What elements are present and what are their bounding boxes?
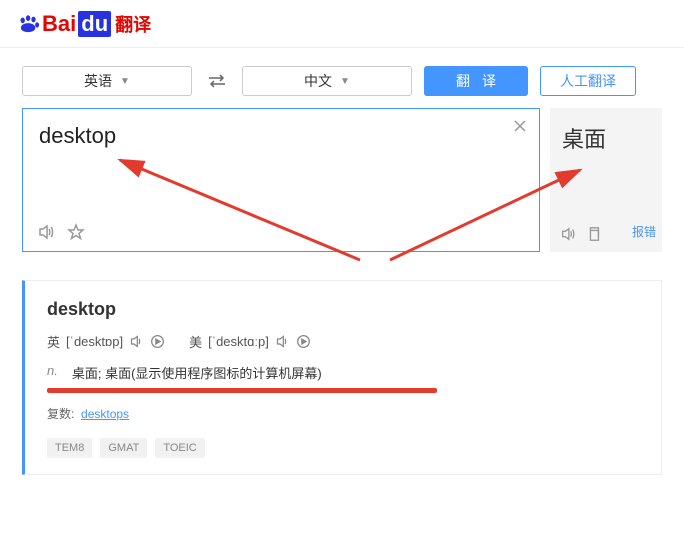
us-phonetic: 美 [ˈdesktɑːp] — [189, 332, 311, 351]
translate-button[interactable]: 翻译 — [424, 66, 528, 96]
swap-icon — [207, 73, 227, 89]
source-speak-button[interactable] — [37, 223, 55, 241]
translation-panes: desktop 桌面 报错 — [0, 108, 684, 252]
exam-tag: TOEIC — [155, 438, 204, 458]
exam-tags: TEM8 GMAT TOEIC — [47, 438, 639, 458]
brand-du: du — [78, 11, 111, 37]
plural-link[interactable]: desktops — [81, 407, 129, 421]
report-error-link[interactable]: 报错 — [632, 223, 656, 240]
swap-languages-button[interactable] — [204, 68, 230, 94]
uk-play-button[interactable] — [150, 334, 165, 349]
caret-down-icon: ▼ — [340, 76, 350, 87]
us-play-button[interactable] — [296, 334, 311, 349]
target-pane: 桌面 报错 — [550, 108, 662, 252]
source-lang-label: 英语 — [84, 71, 112, 91]
speaker-icon — [560, 226, 576, 242]
uk-speak-button[interactable] — [129, 334, 144, 349]
brand-service: 翻译 — [115, 11, 151, 37]
close-icon — [513, 119, 527, 133]
play-circle-icon — [150, 334, 165, 349]
target-lang-label: 中文 — [304, 71, 332, 91]
dict-headword: desktop — [47, 299, 639, 320]
us-ipa: [ˈdesktɑːp] — [208, 334, 269, 349]
part-of-speech: n. — [47, 363, 58, 382]
source-pane[interactable]: desktop — [22, 108, 540, 252]
star-icon — [67, 223, 85, 241]
us-label: 美 — [189, 332, 202, 351]
uk-ipa: [ˈdesktɒp] — [66, 334, 123, 349]
exam-tag: TEM8 — [47, 438, 92, 458]
plural-label: 复数: — [47, 407, 74, 421]
brand-logo[interactable]: Baidu 翻译 — [18, 11, 151, 37]
clear-button[interactable] — [513, 119, 527, 133]
speaker-icon — [37, 223, 55, 241]
paw-icon — [18, 15, 40, 33]
target-speak-button[interactable] — [560, 226, 576, 242]
target-text: 桌面 — [562, 122, 650, 154]
exam-tag: GMAT — [100, 438, 147, 458]
target-lang-select[interactable]: 中文 ▼ — [242, 66, 412, 96]
brand-bai: Bai — [42, 11, 76, 37]
plural-row: 复数: desktops — [47, 405, 639, 422]
source-text[interactable]: desktop — [39, 123, 523, 149]
caret-down-icon: ▼ — [120, 76, 130, 87]
uk-phonetic: 英 [ˈdesktɒp] — [47, 332, 165, 351]
human-translate-button[interactable]: 人工翻译 — [540, 66, 636, 96]
speaker-icon — [129, 334, 144, 349]
us-speak-button[interactable] — [275, 334, 290, 349]
definition-text: 桌面; 桌面(显示使用程序图标的计算机屏幕) — [72, 363, 322, 382]
source-lang-select[interactable]: 英语 ▼ — [22, 66, 192, 96]
copy-button[interactable] — [586, 226, 602, 242]
source-star-button[interactable] — [67, 223, 85, 241]
play-circle-icon — [296, 334, 311, 349]
copy-icon — [586, 226, 602, 242]
phonetics-row: 英 [ˈdesktɒp] 美 [ˈdesktɑːp] — [47, 332, 639, 351]
definition-row: n. 桌面; 桌面(显示使用程序图标的计算机屏幕) — [47, 363, 639, 382]
annotation-underline — [47, 388, 437, 393]
lang-controls: 英语 ▼ 中文 ▼ 翻译 人工翻译 — [0, 48, 684, 108]
dictionary-card: desktop 英 [ˈdesktɒp] 美 [ˈdesktɑːp] n. 桌面… — [22, 280, 662, 475]
uk-label: 英 — [47, 332, 60, 351]
header: Baidu 翻译 — [0, 0, 684, 48]
speaker-icon — [275, 334, 290, 349]
